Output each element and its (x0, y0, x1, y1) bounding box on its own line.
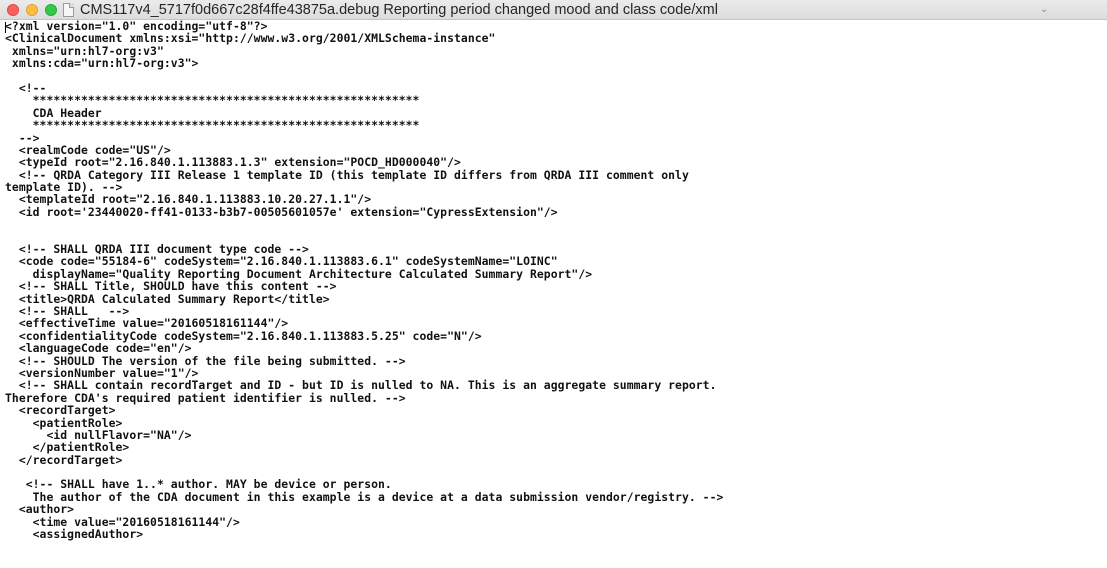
text-cursor (5, 22, 6, 33)
code-line[interactable]: The author of the CDA document in this e… (5, 490, 1107, 503)
code-line[interactable]: <code code="55184-6" codeSystem="2.16.84… (5, 255, 1107, 268)
minimize-button[interactable] (26, 4, 38, 16)
code-line[interactable]: <!-- QRDA Category III Release 1 templat… (5, 168, 1107, 181)
code-line[interactable]: ****************************************… (5, 119, 1107, 132)
code-line[interactable]: <id nullFlavor="NA"/> (5, 428, 1107, 441)
text-editor-area[interactable]: <?xml version="1.0" encoding="utf-8"?> <C… (0, 20, 1107, 568)
code-line[interactable] (5, 218, 1107, 230)
code-line[interactable]: xmlns:cda="urn:hl7-org:v3"> (5, 57, 1107, 70)
code-line[interactable]: <templateId root="2.16.840.1.113883.10.2… (5, 193, 1107, 206)
code-line[interactable]: <title>QRDA Calculated Summary Report</t… (5, 292, 1107, 305)
code-line[interactable]: </patientRole> (5, 441, 1107, 454)
code-line[interactable]: <author> (5, 503, 1107, 516)
title-bar[interactable]: CMS117v4_5717f0d667c28f4ffe43875a.debug … (0, 0, 1107, 20)
code-line[interactable]: <id root='23440020-ff41-0133-b3b7-005056… (5, 205, 1107, 218)
code-line[interactable]: <typeId root="2.16.840.1.113883.1.3" ext… (5, 156, 1107, 169)
code-text[interactable]: <?xml version="1.0" encoding="utf-8"?> <C… (0, 20, 1107, 540)
window-title: CMS117v4_5717f0d667c28f4ffe43875a.debug … (80, 2, 718, 18)
code-line[interactable] (5, 70, 1107, 82)
document-icon[interactable] (63, 3, 74, 17)
code-line[interactable]: <!-- SHALL Title, SHOULD have this conte… (5, 280, 1107, 293)
close-button[interactable] (7, 4, 19, 16)
code-line[interactable]: <recordTarget> (5, 404, 1107, 417)
code-line[interactable]: <!-- SHALL have 1..* author. MAY be devi… (5, 478, 1107, 491)
code-line[interactable]: <languageCode code="en"/> (5, 342, 1107, 355)
code-line[interactable]: </recordTarget> (5, 453, 1107, 466)
code-line[interactable]: <ClinicalDocument xmlns:xsi="http://www.… (5, 32, 1107, 45)
code-line[interactable]: <time value="20160518161144"/> (5, 515, 1107, 528)
code-line[interactable]: <!-- SHALL contain recordTarget and ID -… (5, 379, 1107, 392)
chevron-down-icon[interactable]: ⌄ (1040, 3, 1048, 17)
code-line[interactable]: <assignedAuthor> (5, 528, 1107, 541)
code-line[interactable]: ****************************************… (5, 94, 1107, 107)
code-line[interactable]: Therefore CDA's required patient identif… (5, 391, 1107, 404)
editor-window: CMS117v4_5717f0d667c28f4ffe43875a.debug … (0, 0, 1107, 568)
maximize-button[interactable] (45, 4, 57, 16)
code-line[interactable]: <effectiveTime value="20160518161144"/> (5, 317, 1107, 330)
